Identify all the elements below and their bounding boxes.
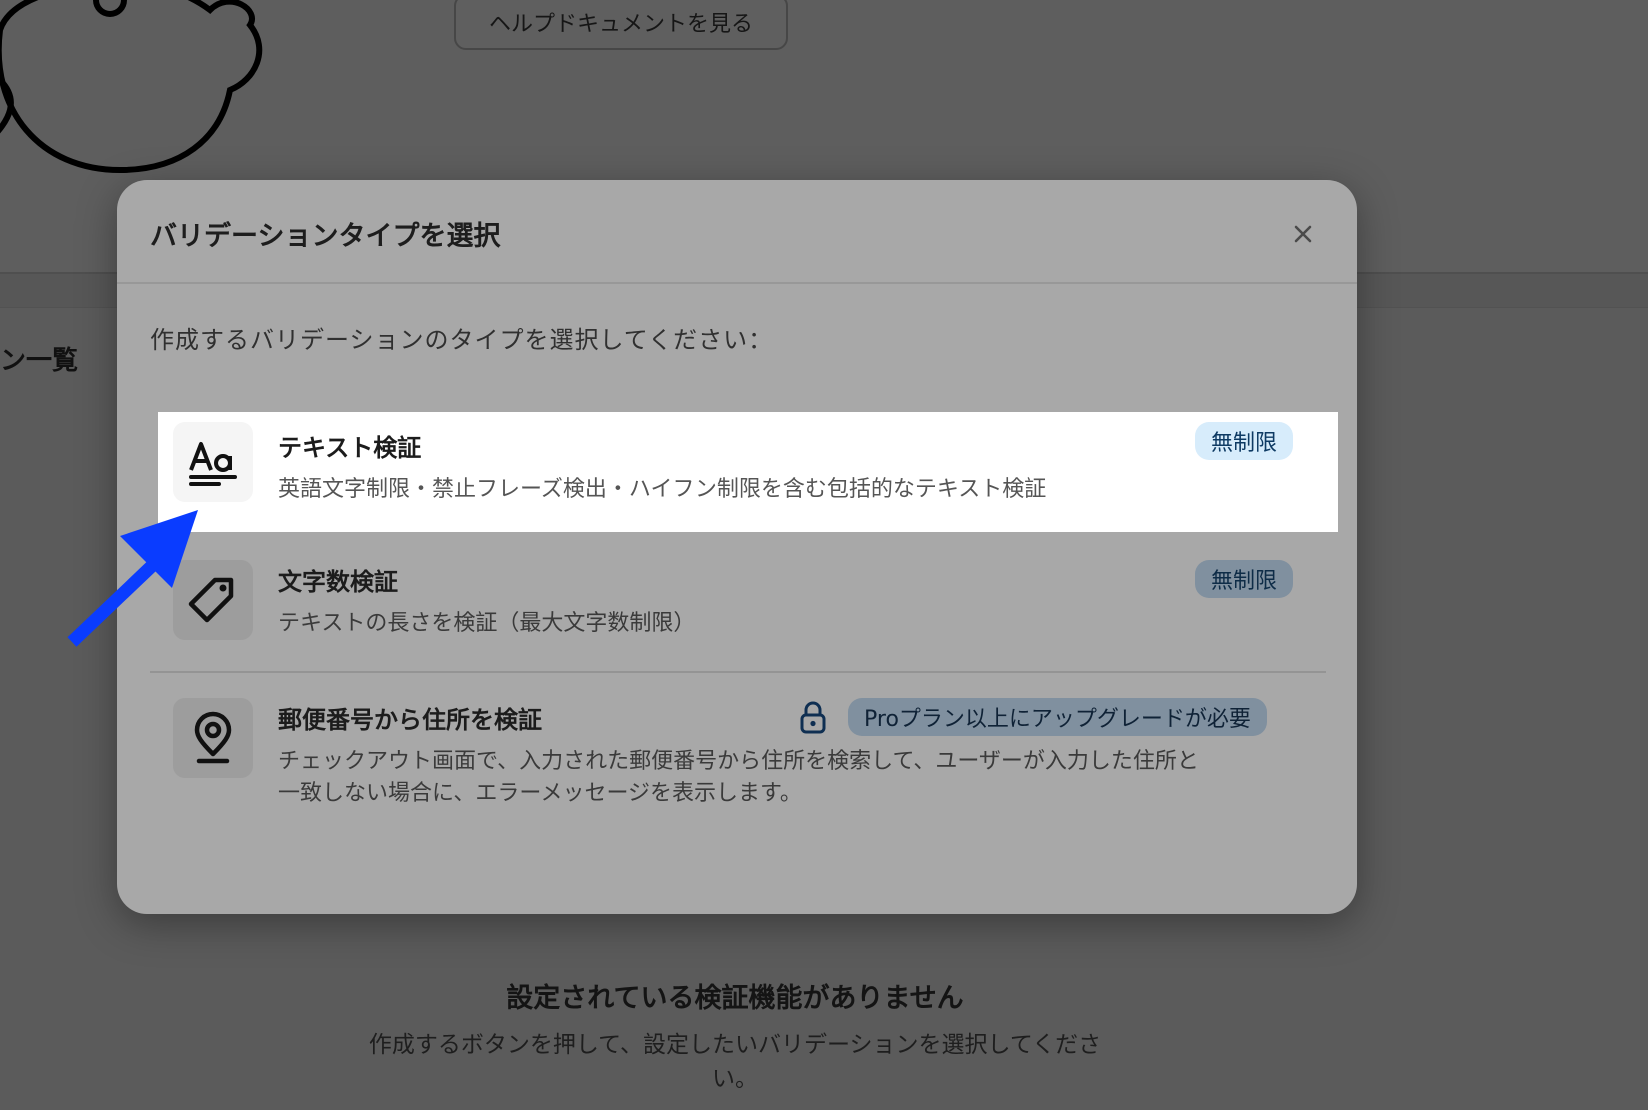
option-description: テキストの長さを検証（最大文字数制限） (278, 611, 696, 636)
pro-upgrade-badge[interactable]: Proプラン以上にアップグレードが必要 (848, 698, 1267, 736)
background-section-title: ン一覧 (0, 346, 79, 376)
empty-state-title: 設定されている検証機能がありません (506, 983, 964, 1014)
help-docs-button[interactable]: ヘルプドキュメントを見る (454, 0, 788, 50)
option-title: 郵便番号から住所を検証 (278, 706, 542, 734)
option-separator (150, 671, 1326, 673)
option-icon-box (173, 698, 253, 778)
option-description-line1: チェックアウト画面で、入力された郵便番号から住所を検索して、ユーザーが入力した住… (278, 749, 1199, 774)
modal-header: バリデーションタイプを選択 (117, 180, 1357, 284)
unlimited-badge: 無制限 (1195, 560, 1294, 598)
mascot-illustration (0, 0, 263, 174)
validation-type-modal: バリデーションタイプを選択 作成するバリデーションのタイプを選択してください： … (117, 180, 1357, 914)
lock-icon (800, 701, 826, 734)
modal-intro: 作成するバリデーションのタイプを選択してください： (150, 326, 774, 354)
map-pin-icon (194, 711, 232, 764)
option-postal-address-validation[interactable]: 郵便番号から住所を検証 Proプラン以上にアップグレードが必要 チェックアウト画… (158, 688, 1338, 818)
empty-state-description: 作成するボタンを押して、設定したいバリデーションを選択してください。 (368, 1032, 1102, 1092)
option-title: 文字数検証 (278, 568, 398, 596)
annotation-arrow-icon (67, 510, 198, 647)
modal-title: バリデーションタイプを選択 (150, 221, 501, 252)
option-description-line2: 一致しない場合に、エラーメッセージを表示します。 (278, 781, 802, 806)
option-title: テキスト検証 (278, 434, 422, 462)
close-icon (1294, 225, 1312, 243)
option-char-count-validation[interactable]: 文字数検証 テキストの長さを検証（最大文字数制限） 無制限 (158, 550, 1338, 660)
option-text-validation[interactable]: テキスト検証 英語文字制限・禁止フレーズ検出・ハイフン制限を含む包括的なテキスト… (158, 412, 1338, 532)
option-description: 英語文字制限・禁止フレーズ検出・ハイフン制限を含む包括的なテキスト検証 (278, 477, 1047, 502)
unlimited-badge: 無制限 (1195, 422, 1294, 460)
close-button[interactable] (1285, 216, 1321, 252)
text-format-icon (189, 442, 237, 486)
